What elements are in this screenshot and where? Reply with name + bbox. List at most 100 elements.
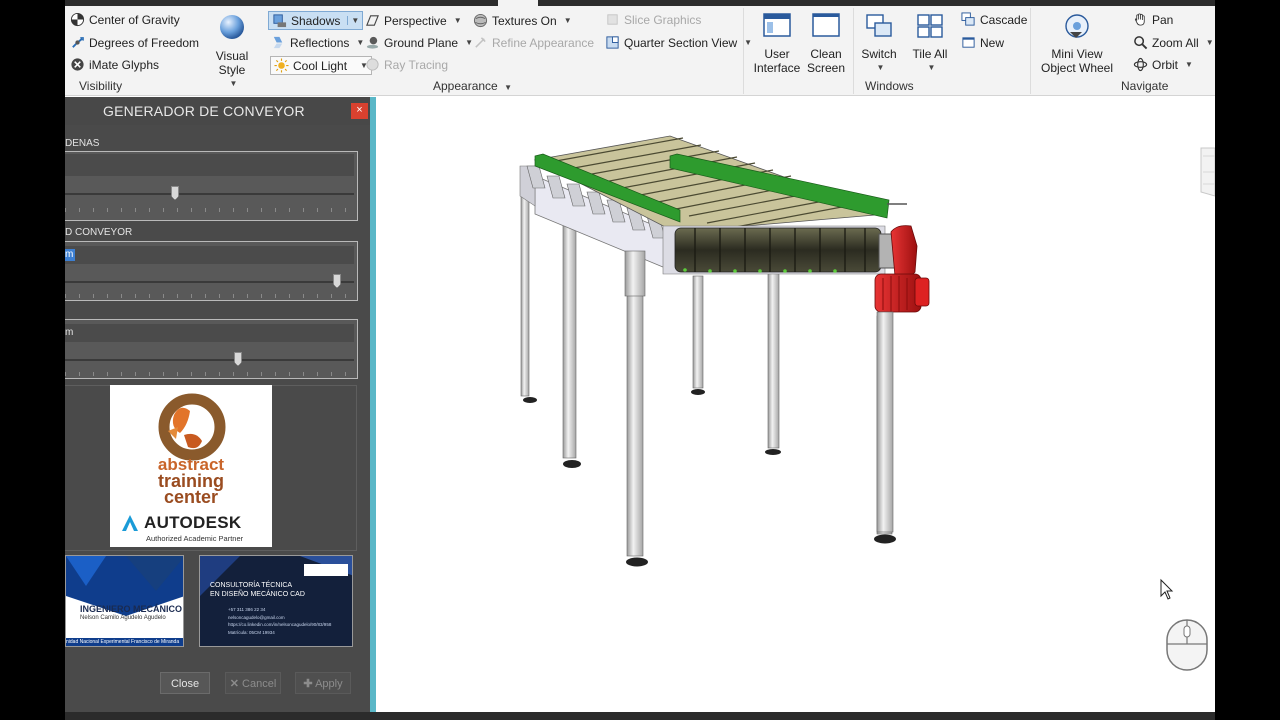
cascade-button[interactable]: Cascade [961, 12, 1027, 27]
panel-divider [1030, 8, 1031, 94]
chains-group-label: DENAS [65, 138, 100, 149]
drive-roller [674, 227, 882, 273]
degrees-of-freedom-icon [72, 37, 84, 48]
switch-window-icon [866, 14, 892, 37]
cancel-button[interactable]: ✕ Cancel [225, 672, 281, 694]
pan-label: Pan [1152, 12, 1174, 27]
conveyor-model[interactable] [519, 135, 930, 567]
width-slider-thumb[interactable] [234, 352, 242, 366]
conveyor-group: m [65, 241, 358, 301]
quarter-section-dropdown-icon[interactable]: ▼ [744, 38, 752, 47]
card2-title-1: CONSULTORÍA TÉCNICA [210, 582, 293, 589]
cascade-label: Cascade [980, 12, 1028, 27]
chains-field[interactable] [65, 154, 354, 176]
perspective-icon [366, 15, 379, 26]
apply-plus-icon: ✚ [303, 678, 313, 690]
apply-button[interactable]: ✚ Apply [295, 672, 351, 694]
reflections-icon [273, 36, 283, 49]
perspective-button[interactable]: Perspective ▼ [365, 13, 462, 28]
hand-icon [1134, 13, 1145, 26]
card2-web: https://co.linkedin.com/in/nelsoncagudel… [228, 622, 332, 627]
autodesk-wordmark: AUTODESK [144, 513, 242, 532]
mouse-navigation-icon [1166, 619, 1208, 671]
chains-slider-track [65, 193, 354, 195]
zoom-all-button[interactable]: Zoom All ▼ [1133, 35, 1214, 50]
orbit-icon [1133, 57, 1148, 72]
user-interface-label-1: User [764, 47, 790, 61]
partner-caption: Authorized Academic Partner [146, 534, 244, 543]
steering-wheel-icon [1065, 14, 1089, 38]
quarter-section-view-button[interactable]: Quarter Section View ▼ [605, 35, 752, 50]
orbit-button[interactable]: Orbit ▼ [1133, 57, 1193, 72]
clean-screen-button[interactable]: Clean Screen [803, 12, 849, 75]
user-interface-label-2: Interface [753, 61, 801, 75]
reflections-dropdown-icon[interactable]: ▼ [356, 38, 364, 47]
refine-appearance-label: Refine Appearance [492, 35, 595, 50]
close-button[interactable]: Close [160, 672, 210, 694]
orbit-dropdown-icon[interactable]: ▼ [1185, 60, 1193, 69]
imate-glyphs-button[interactable]: iMate Glyphs [70, 57, 159, 72]
ray-tracing-icon [366, 58, 379, 71]
chains-group [65, 151, 358, 221]
ground-plane-button[interactable]: Ground Plane ▼ [365, 35, 473, 50]
quarter-section-view-icon [606, 36, 619, 49]
degrees-of-freedom-button[interactable]: Degrees of Freedom [70, 35, 199, 50]
textures-on-button[interactable]: Textures On ▼ [473, 13, 572, 28]
chains-slider-thumb[interactable] [171, 186, 179, 200]
ray-tracing-label: Ray Tracing [384, 57, 449, 72]
reflections-button[interactable]: Reflections ▼ [271, 35, 364, 50]
dialog-title: GENERADOR DE CONVEYOR [103, 103, 305, 119]
business-card-front: INGENIERO MECÁNICO Nelson Camilo Agudelo… [65, 555, 184, 647]
cancel-x-icon: ✕ [229, 678, 239, 690]
textures-dropdown-icon[interactable]: ▼ [564, 16, 572, 25]
tile-all-icon [917, 14, 943, 38]
panel-divider [743, 8, 744, 94]
center-of-gravity-icon [70, 12, 85, 27]
card1-name: Nelson Camilo Agudelo Agudelo [80, 615, 166, 621]
visual-style-button[interactable]: Visual Style ▼ [201, 12, 263, 91]
slice-graphics-button[interactable]: Slice Graphics [605, 12, 701, 27]
ground-plane-dropdown-icon[interactable]: ▼ [465, 38, 473, 47]
pan-button[interactable]: Pan [1133, 12, 1173, 27]
ribbon: Center of Gravity Degrees of Freedom iMa… [65, 0, 1215, 96]
autodesk-brand: AUTODESK [120, 513, 242, 533]
conveyor-length-field[interactable]: m [65, 246, 354, 264]
center-of-gravity-button[interactable]: Center of Gravity [70, 12, 180, 27]
shadows-button[interactable]: Shadows ▼ [268, 11, 364, 30]
ribbon-tab-strip [65, 0, 1215, 6]
tab-view[interactable] [498, 0, 538, 6]
user-interface-button[interactable]: User Interface [753, 12, 801, 75]
appearance-panel-label[interactable]: Appearance ▼ [433, 79, 512, 93]
view-cube[interactable] [1195, 146, 1215, 200]
quarter-section-view-label: Quarter Section View [624, 35, 738, 50]
card2-title-2: EN DISEÑO MECÁNICO CAD [210, 591, 305, 598]
mini-view-object-wheel-button[interactable]: Mini View Object Wheel [1035, 12, 1119, 75]
shadows-dropdown-icon[interactable]: ▼ [347, 16, 359, 25]
slice-graphics-icon [607, 14, 618, 25]
dialog-title-bar[interactable]: GENERADOR DE CONVEYOR × [65, 97, 370, 125]
front-right-leg [876, 311, 894, 533]
conveyor-length-unit: m [65, 249, 75, 261]
refine-appearance-button[interactable]: Refine Appearance [473, 35, 594, 50]
tile-all-button[interactable]: Tile All ▼ [907, 12, 953, 75]
new-window-button[interactable]: New [961, 35, 1004, 50]
conveyor-slider-ticks [65, 294, 354, 298]
conveyor-slider-thumb[interactable] [333, 274, 341, 288]
zoom-all-label: Zoom All [1152, 35, 1199, 50]
switch-dropdown-icon: ▼ [876, 63, 885, 72]
dialog-close-icon[interactable]: × [351, 103, 368, 119]
conveyor-slider-track [65, 281, 354, 283]
switch-button[interactable]: Switch ▼ [857, 12, 901, 75]
ray-tracing-button[interactable]: Ray Tracing [365, 57, 448, 72]
width-field[interactable]: m [65, 324, 354, 342]
user-interface-icon [763, 13, 791, 37]
switch-label: Switch [861, 47, 897, 61]
perspective-dropdown-icon[interactable]: ▼ [454, 16, 462, 25]
shadows-icon [273, 14, 287, 28]
app-window: Center of Gravity Degrees of Freedom iMa… [0, 0, 1280, 720]
width-unit: m [65, 327, 74, 338]
zoom-dropdown-icon[interactable]: ▼ [1206, 38, 1214, 47]
lighting-style-dropdown[interactable]: Cool Light ▼ [270, 56, 372, 75]
clean-screen-label-2: Screen [806, 61, 846, 75]
imate-glyphs-label: iMate Glyphs [89, 57, 160, 72]
